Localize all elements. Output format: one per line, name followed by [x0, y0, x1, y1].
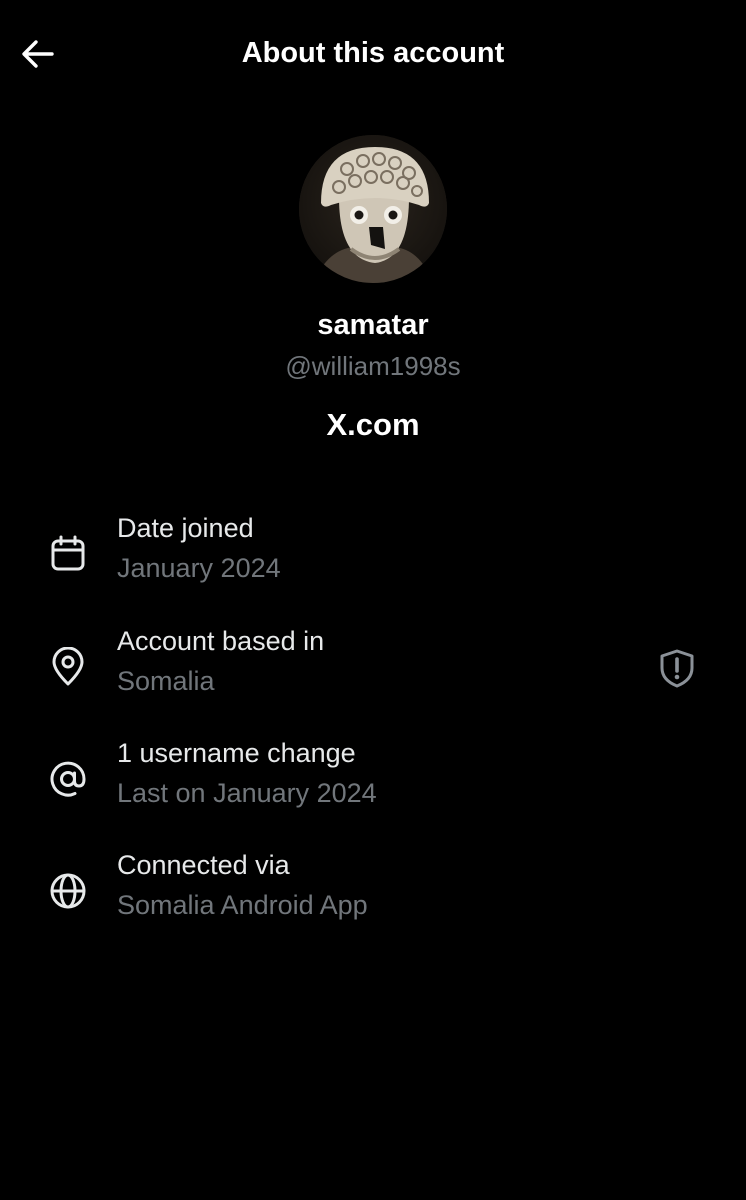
connected-via-row: Connected via Somalia Android App: [0, 847, 746, 937]
date-joined-row: Date joined January 2024: [0, 510, 746, 600]
account-based-in-label: Account based in: [117, 626, 325, 656]
date-joined-label: Date joined: [117, 513, 254, 543]
location-pin-icon: [46, 645, 90, 689]
username-change-row: 1 username change Last on January 2024: [0, 735, 746, 825]
site-label: X.com: [326, 407, 420, 442]
username-handle: @william1998s: [285, 351, 461, 381]
account-based-in-row: Account based in Somalia: [0, 623, 746, 713]
carved-stone-face-avatar: [299, 135, 447, 283]
date-joined-value: January 2024: [117, 553, 281, 583]
at-sign-icon: [46, 757, 90, 801]
display-name: samatar: [317, 309, 429, 341]
globe-icon: [46, 869, 90, 913]
calendar-icon: [46, 532, 90, 576]
page-title: About this account: [241, 37, 505, 69]
connected-via-value: Somalia Android App: [117, 890, 368, 920]
username-change-label: 1 username change: [117, 738, 356, 768]
account-based-in-value: Somalia: [117, 666, 215, 696]
username-change-value: Last on January 2024: [117, 778, 377, 808]
app-header: About this account: [0, 0, 746, 106]
shield-alert-icon[interactable]: [654, 645, 700, 691]
connected-via-label: Connected via: [117, 850, 290, 880]
avatar[interactable]: [299, 135, 447, 283]
